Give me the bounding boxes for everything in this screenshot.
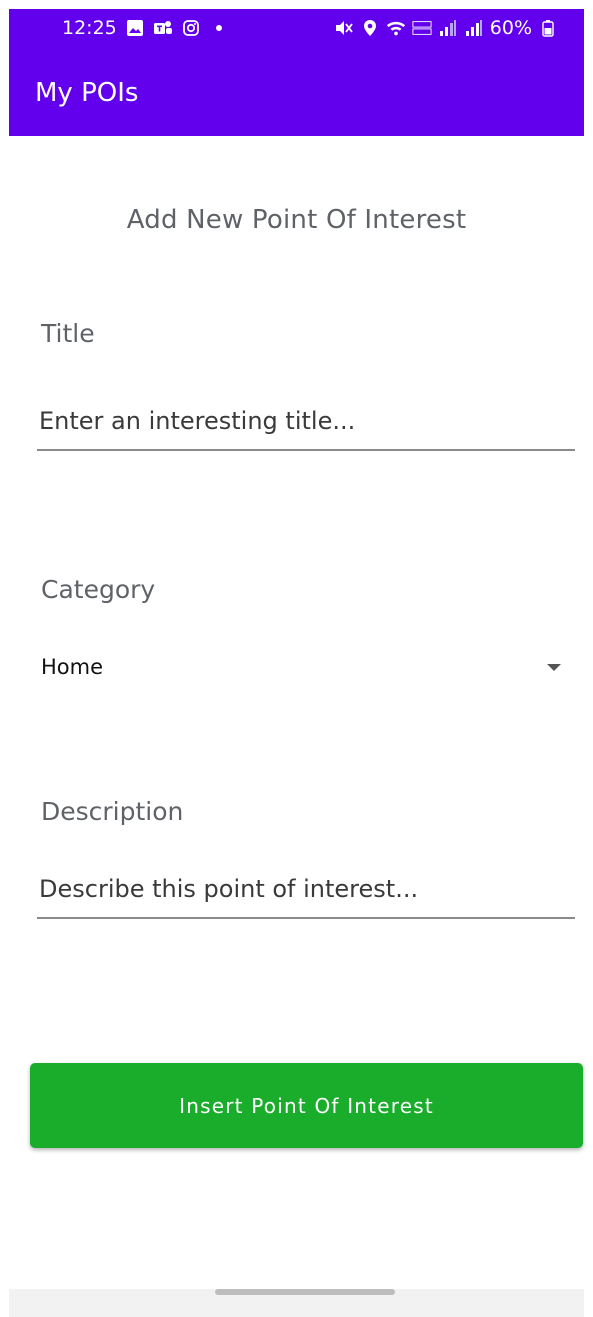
mute-icon bbox=[334, 17, 354, 39]
dropdown-caret-icon bbox=[547, 663, 561, 671]
signal-icon bbox=[438, 17, 458, 39]
category-selected-value: Home bbox=[41, 655, 104, 679]
battery-percent: 60% bbox=[489, 17, 532, 39]
wifi-icon bbox=[386, 17, 406, 39]
insert-poi-button[interactable]: Insert Point Of Interest bbox=[30, 1063, 583, 1148]
title-input[interactable] bbox=[37, 407, 575, 451]
title-label: Title bbox=[41, 319, 95, 348]
description-label: Description bbox=[41, 797, 184, 826]
teams-icon bbox=[153, 17, 173, 39]
page-heading: Add New Point Of Interest bbox=[126, 205, 467, 235]
app-bar: My POIs bbox=[9, 50, 584, 136]
app-title: My POIs bbox=[35, 78, 139, 108]
instagram-icon bbox=[181, 17, 201, 39]
phone-screen: 12:25 60% My POIs Add New Point Of Inter… bbox=[9, 9, 584, 1317]
category-spinner[interactable]: Home bbox=[41, 647, 571, 687]
category-label: Category bbox=[41, 575, 156, 604]
notification-dot-icon bbox=[209, 17, 229, 39]
status-right: 60% bbox=[334, 17, 558, 39]
location-icon bbox=[360, 17, 380, 39]
status-left: 12:25 bbox=[62, 17, 229, 39]
description-input[interactable] bbox=[37, 875, 575, 919]
battery-icon bbox=[538, 17, 558, 39]
gallery-icon bbox=[125, 17, 145, 39]
navigation-bar bbox=[9, 1289, 584, 1317]
status-time: 12:25 bbox=[62, 17, 117, 39]
status-bar: 12:25 60% bbox=[9, 9, 584, 50]
volte-icon bbox=[412, 17, 432, 39]
home-handle[interactable] bbox=[215, 1289, 395, 1295]
signal-icon bbox=[464, 17, 484, 39]
